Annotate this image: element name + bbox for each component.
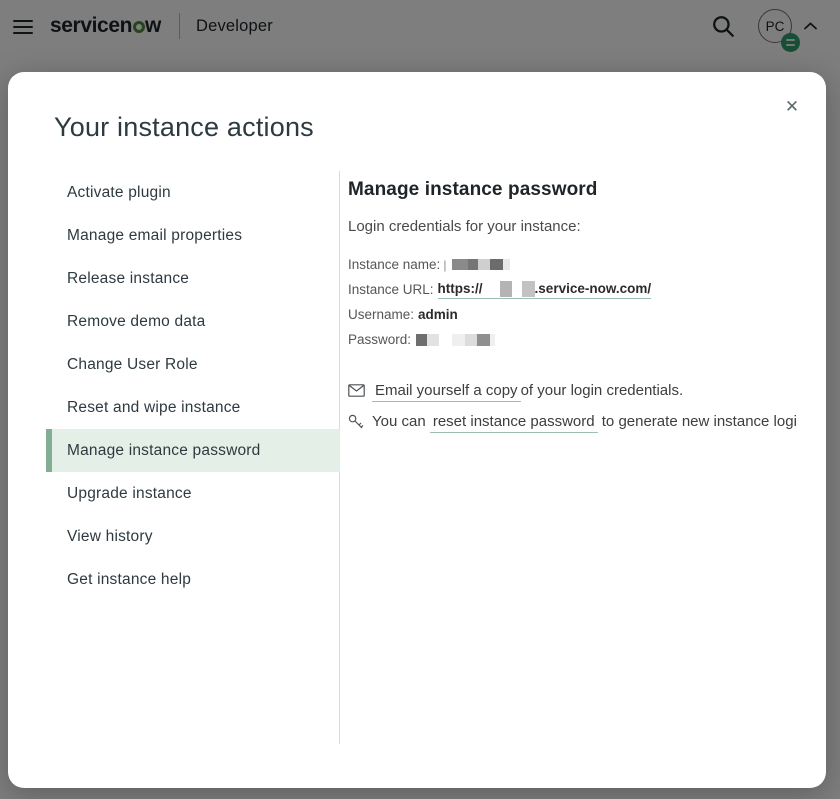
username-label: Username: <box>348 307 414 322</box>
reset-pre-text: You can <box>372 413 426 430</box>
menu-item-reset-and-wipe-instance[interactable]: Reset and wipe instance <box>46 386 340 429</box>
redacted-password <box>416 334 495 346</box>
url-suffix: .service-now.com/ <box>535 281 652 296</box>
username-value: admin <box>418 307 458 322</box>
redacted-url-part <box>522 281 535 297</box>
redacted-url-part <box>500 281 512 297</box>
menu-item-change-user-role[interactable]: Change User Role <box>46 343 340 386</box>
envelope-icon <box>348 384 372 397</box>
menu-item-release-instance[interactable]: Release instance <box>46 257 340 300</box>
reset-password-row: You can reset instance password to gener… <box>348 413 826 430</box>
email-credentials-row: Email yourself a copyof your login crede… <box>348 382 826 399</box>
manage-password-panel: Manage instance password Login credentia… <box>340 171 826 744</box>
menu-item-remove-demo-data[interactable]: Remove demo data <box>46 300 340 343</box>
modal-title: Your instance actions <box>8 72 826 143</box>
credential-row-password: Password: <box>348 327 826 352</box>
instance-name-label: Instance name: <box>348 257 440 272</box>
email-copy-link[interactable]: Email yourself a copy <box>372 382 521 402</box>
credential-row-instance-name: Instance name: | <box>348 252 826 277</box>
instance-actions-menu: Activate plugin Manage email properties … <box>8 171 340 744</box>
credentials-block: Instance name: | Instance URL: https:// <box>348 252 826 352</box>
url-prefix: https:// <box>438 281 483 296</box>
menu-item-view-history[interactable]: View history <box>46 515 340 558</box>
menu-item-manage-instance-password[interactable]: Manage instance password <box>46 429 340 472</box>
reset-password-link[interactable]: reset instance password <box>430 413 598 433</box>
menu-item-manage-email-properties[interactable]: Manage email properties <box>46 214 340 257</box>
password-label: Password: <box>348 332 411 347</box>
menu-item-get-instance-help[interactable]: Get instance help <box>46 558 340 601</box>
instance-actions-modal: ✕ Your instance actions Activate plugin … <box>8 72 826 788</box>
instance-url-link[interactable]: https:// .service-now.com/ <box>438 281 652 299</box>
menu-item-upgrade-instance[interactable]: Upgrade instance <box>46 472 340 515</box>
instance-url-label: Instance URL: <box>348 282 434 297</box>
menu-item-activate-plugin[interactable]: Activate plugin <box>46 171 340 214</box>
redacted-instance-name <box>452 259 510 270</box>
email-rest-text: of your login credentials. <box>521 382 684 399</box>
text-cursor: | <box>443 258 446 272</box>
credential-row-username: Username: admin <box>348 302 826 327</box>
key-icon <box>348 414 372 430</box>
panel-heading: Manage instance password <box>348 179 826 201</box>
credential-row-instance-url: Instance URL: https:// .service-now.com/ <box>348 277 826 302</box>
panel-intro: Login credentials for your instance: <box>348 218 826 235</box>
reset-rest-text: to generate new instance logi <box>602 413 797 430</box>
close-icon[interactable]: ✕ <box>779 94 805 120</box>
